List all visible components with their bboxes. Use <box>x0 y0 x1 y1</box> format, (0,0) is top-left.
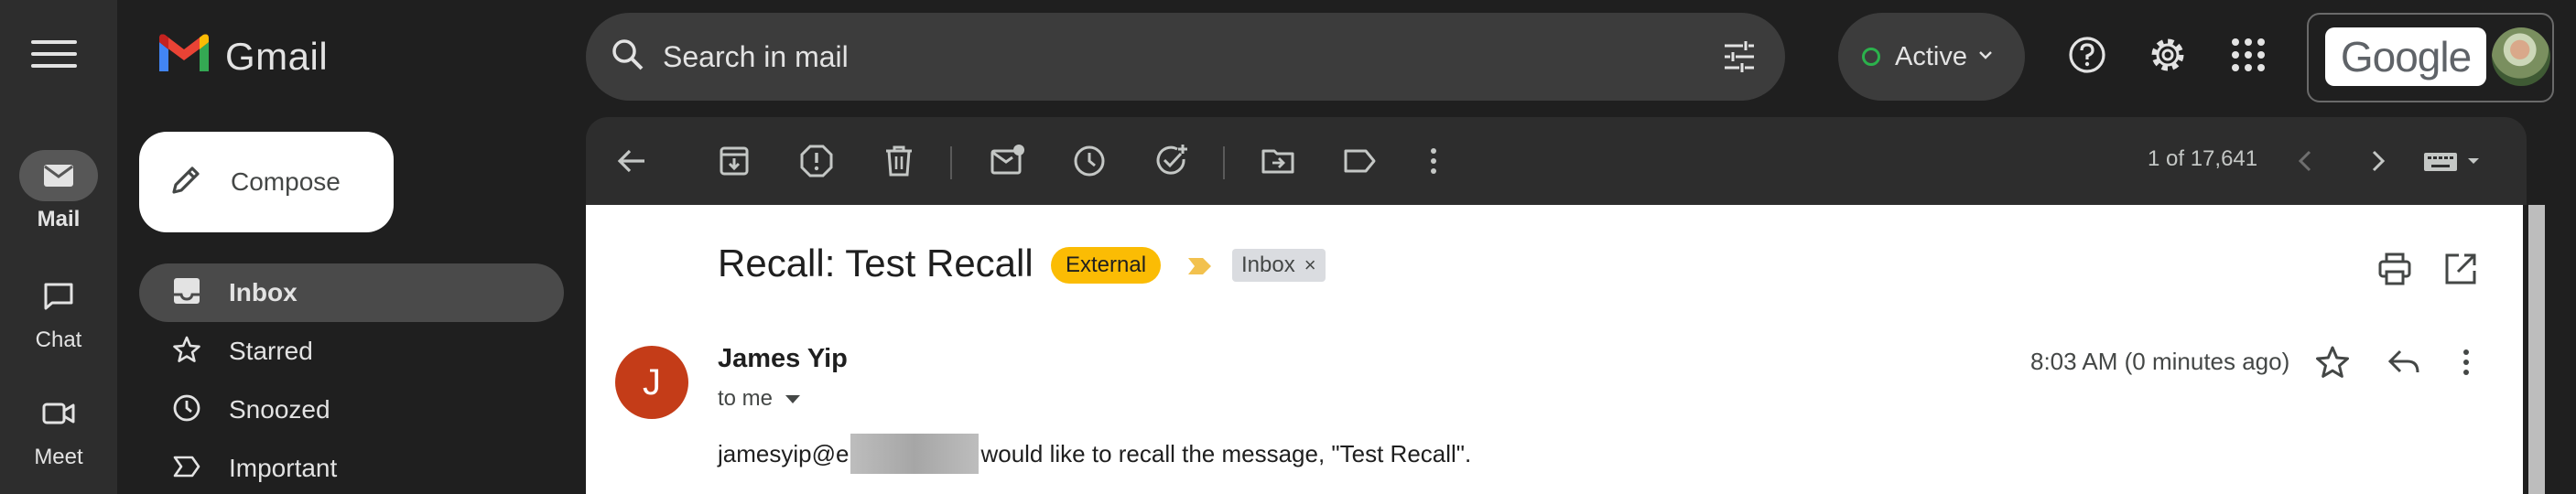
body-text: would like to recall the message, "Test … <box>980 439 1472 467</box>
nav-item-label: Important <box>229 454 338 482</box>
more-vertical-icon[interactable] <box>1424 143 1443 184</box>
chevron-left-icon[interactable] <box>2292 143 2320 184</box>
compose-button[interactable]: Compose <box>139 132 394 232</box>
nav-item-important[interactable]: Important <box>139 439 564 494</box>
chat-icon <box>19 271 98 322</box>
reply-icon[interactable] <box>2386 344 2422 385</box>
open-in-new-window-icon[interactable] <box>2442 251 2479 292</box>
status-selector[interactable]: Active <box>1838 13 2025 101</box>
inbox-label-text: Inbox <box>1241 252 1295 277</box>
rail-item-mail[interactable]: Mail <box>0 150 117 232</box>
star-icon[interactable] <box>2314 344 2351 385</box>
archive-icon[interactable] <box>716 143 752 184</box>
status-label: Active <box>1895 41 1967 71</box>
gmail-m-icon <box>156 33 212 80</box>
app-rail: Mail Chat Meet <box>0 0 117 494</box>
pencil-icon <box>168 163 203 202</box>
main-menu-button[interactable] <box>31 40 77 73</box>
video-icon <box>19 388 98 439</box>
gear-icon[interactable] <box>2148 35 2188 80</box>
mail-icon <box>19 150 98 201</box>
sender-avatar[interactable]: J <box>615 346 688 419</box>
external-label-badge: External <box>1051 247 1162 284</box>
scrollbar[interactable] <box>2523 205 2545 494</box>
sender-name[interactable]: James Yip <box>718 344 848 374</box>
message-body: jamesyip@e would like to recall the mess… <box>718 434 1471 474</box>
message-view: Recall: Test Recall External Inbox × J J… <box>586 205 2527 494</box>
rail-item-label: Chat <box>35 328 82 352</box>
gmail-logo[interactable]: Gmail <box>156 33 328 80</box>
scrollbar-thumb[interactable] <box>2528 205 2545 494</box>
rail-item-label: Mail <box>37 207 81 231</box>
move-to-folder-icon[interactable] <box>1260 143 1296 184</box>
inbox-label-chip: Inbox × <box>1232 249 1326 282</box>
nav-item-label: Starred <box>229 337 313 365</box>
nav-item-label: Inbox <box>229 278 298 306</box>
recipient-text: to me <box>718 386 774 411</box>
snooze-clock-icon[interactable] <box>1071 143 1108 184</box>
google-logo: Google <box>2325 27 2486 86</box>
nav-item-inbox[interactable]: Inbox <box>139 263 564 322</box>
search-bar <box>586 13 1785 101</box>
more-vertical-icon[interactable] <box>2457 344 2475 385</box>
compose-label: Compose <box>231 167 341 196</box>
add-task-icon[interactable] <box>1153 143 1190 184</box>
importance-marker-icon[interactable] <box>1186 256 1214 281</box>
print-icon[interactable] <box>2376 251 2413 292</box>
status-dot-icon <box>1862 48 1880 66</box>
chevron-right-icon[interactable] <box>2364 143 2391 184</box>
star-icon <box>172 335 201 369</box>
clock-icon <box>172 393 201 427</box>
report-spam-icon[interactable] <box>798 143 835 184</box>
toolbar-divider <box>950 146 952 179</box>
pagination-count: 1 of 17,641 <box>2148 146 2258 171</box>
message-toolbar: 1 of 17,641 <box>586 117 2527 205</box>
search-input[interactable] <box>663 39 1651 74</box>
account-switcher[interactable]: Google <box>2307 13 2554 102</box>
apps-grid-icon[interactable] <box>2228 35 2268 80</box>
rail-item-label: Meet <box>34 445 83 469</box>
back-arrow-icon[interactable] <box>613 143 650 184</box>
recipient-details-toggle[interactable]: to me <box>718 386 801 412</box>
search-options-icon[interactable] <box>1721 38 1758 80</box>
nav-item-snoozed[interactable]: Snoozed <box>139 381 564 439</box>
help-icon[interactable] <box>2067 35 2107 80</box>
remove-label-button[interactable]: × <box>1304 249 1316 282</box>
trash-icon[interactable] <box>881 143 917 184</box>
inbox-icon <box>172 276 201 310</box>
keyboard-icon[interactable] <box>2422 143 2486 184</box>
gmail-wordmark: Gmail <box>225 34 329 78</box>
chevron-down-icon <box>1978 48 1993 65</box>
rail-item-chat[interactable]: Chat <box>0 271 117 353</box>
rail-item-meet[interactable]: Meet <box>0 388 117 470</box>
avatar <box>2492 27 2550 86</box>
caret-down-icon <box>785 394 801 403</box>
search-icon[interactable] <box>610 37 646 78</box>
message-subject: Recall: Test Recall <box>718 242 1034 285</box>
redacted-block <box>850 434 980 474</box>
important-icon <box>172 452 201 486</box>
nav-item-starred[interactable]: Starred <box>139 322 564 381</box>
toolbar-divider <box>1223 146 1225 179</box>
message-timestamp: 8:03 AM (0 minutes ago) <box>2030 348 2290 375</box>
mark-unread-icon[interactable] <box>989 143 1025 184</box>
label-tag-icon[interactable] <box>1342 143 1379 184</box>
body-email-prefix: jamesyip@e <box>718 439 850 467</box>
nav-item-label: Snoozed <box>229 395 330 424</box>
